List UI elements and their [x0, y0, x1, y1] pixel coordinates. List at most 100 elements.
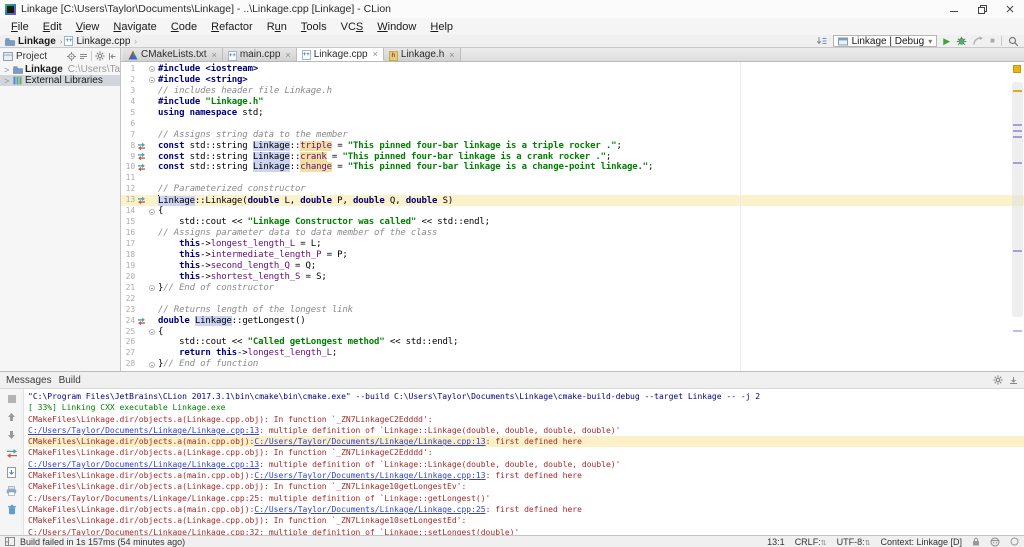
code-line-10[interactable]: 10 const std::string Linkage::change = "T… — [121, 162, 1024, 173]
debug-button[interactable] — [956, 36, 967, 46]
navigate-source-icon[interactable] — [6, 448, 18, 459]
code-line-11[interactable]: 11 — [121, 173, 1024, 184]
locate-icon[interactable] — [67, 51, 76, 61]
code-line-20[interactable]: 20 this->shortest_length_S = S; — [121, 272, 1024, 283]
code-line-17[interactable]: 17 this->longest_length_L = L; — [121, 239, 1024, 250]
editor-scrollbar[interactable] — [1012, 82, 1023, 317]
code-line-27[interactable]: 27 return this->longest_length_L; — [121, 348, 1024, 359]
menu-view[interactable]: View — [69, 20, 107, 34]
goto-declaration-icon[interactable] — [136, 141, 147, 152]
code-editor[interactable]: 1 #include <iostream> 2 #include <string> 3/… — [121, 62, 1024, 371]
code-line-7[interactable]: 7// Assigns string data to the member — [121, 130, 1024, 141]
code-line-8[interactable]: 8 const std::string Linkage::triple = "Th… — [121, 140, 1024, 152]
collapse-windows-icon[interactable] — [816, 36, 827, 46]
breadcrumb-project[interactable]: Linkage — [5, 36, 56, 47]
goto-declaration-icon[interactable] — [136, 152, 147, 163]
goto-declaration-icon[interactable] — [136, 316, 147, 327]
run-button[interactable]: ▶ — [943, 36, 950, 46]
fold-marker-icon[interactable] — [147, 283, 156, 294]
tab-linkage.h[interactable]: h Linkage.h × — [383, 48, 461, 61]
code-line-22[interactable]: 22 — [121, 294, 1024, 305]
code-line-21[interactable]: 21}// End of constructor — [121, 283, 1024, 294]
fold-marker-icon[interactable] — [147, 75, 156, 86]
run-configuration-select[interactable]: Linkage | Debug ▾ — [832, 35, 938, 47]
code-line-18[interactable]: 18 this->intermediate_length_P = P; — [121, 250, 1024, 261]
search-everywhere-icon[interactable] — [1008, 36, 1019, 47]
clear-all-icon[interactable] — [7, 504, 17, 515]
collapse-all-icon[interactable] — [79, 52, 88, 61]
breadcrumb-file[interactable]: ++ Linkage.cpp — [64, 36, 130, 47]
menu-file[interactable]: File — [4, 20, 36, 34]
file-link[interactable]: C:/Users/Taylor/Documents/Linkage/Linkag… — [254, 505, 485, 514]
project-header-label[interactable]: Project — [16, 51, 47, 62]
code-line-19[interactable]: 19 this->second_length_Q = Q; — [121, 261, 1024, 272]
export-icon[interactable] — [6, 467, 17, 478]
print-icon[interactable] — [6, 486, 17, 496]
code-line-26[interactable]: 26 std::cout << "Called getLongest metho… — [121, 337, 1024, 348]
hide-panel-icon[interactable] — [1009, 376, 1018, 385]
menu-edit[interactable]: Edit — [36, 20, 69, 34]
line-separator-selector[interactable]: CRLF:⇅ — [795, 537, 827, 547]
chevron-right-icon[interactable]: > — [4, 76, 11, 86]
code-line-16[interactable]: 16// Assigns parameter data to data memb… — [121, 228, 1024, 239]
stop-button[interactable]: ■ — [990, 37, 995, 45]
build-console[interactable]: "C:\Program Files\JetBrains\CLion 2017.3… — [24, 389, 1024, 535]
code-line-28[interactable]: 28}// End of function — [121, 359, 1024, 370]
error-stripe[interactable] — [1010, 62, 1024, 371]
code-line-23[interactable]: 23// Returns length of the longest link — [121, 305, 1024, 316]
restore-button[interactable] — [968, 0, 996, 18]
close-button[interactable] — [996, 0, 1024, 18]
menu-help[interactable]: Help — [423, 20, 460, 34]
toolwindow-switcher-icon[interactable] — [5, 537, 15, 546]
menu-vcs[interactable]: VCS — [334, 20, 371, 34]
code-line-1[interactable]: 1 #include <iostream> — [121, 64, 1024, 75]
code-line-25[interactable]: 25{ — [121, 327, 1024, 338]
next-message-icon[interactable] — [7, 430, 16, 440]
tab-linkage.cpp[interactable]: ++ Linkage.cpp × — [296, 48, 384, 61]
file-link[interactable]: C:/Users/Taylor/Documents/Linkage/Linkag… — [254, 437, 485, 446]
menu-code[interactable]: Code — [164, 20, 204, 34]
file-link[interactable]: C:/Users/Taylor/Documents/Linkage/Linkag… — [254, 471, 485, 480]
code-line-13[interactable]: 13 Linkage::Linkage(double L, double P, d… — [121, 195, 1024, 207]
fold-marker-icon[interactable] — [147, 64, 156, 75]
stop-icon[interactable] — [7, 394, 17, 404]
fold-marker-icon[interactable] — [147, 206, 156, 217]
fold-marker-icon[interactable] — [147, 359, 156, 370]
goto-declaration-icon[interactable] — [136, 195, 147, 206]
previous-message-icon[interactable] — [7, 412, 16, 422]
goto-declaration-icon[interactable] — [136, 162, 147, 173]
tab-cmakelists.txt[interactable]: CMakeLists.txt × — [123, 48, 223, 61]
menu-tools[interactable]: Tools — [294, 20, 334, 34]
tree-item-linkage[interactable]: >LinkageC:\Users\Taylor\Do — [0, 64, 120, 75]
code-line-5[interactable]: 5 using namespace std; — [121, 108, 1024, 119]
caret-position[interactable]: 13:1 — [767, 537, 785, 547]
code-line-12[interactable]: 12// Parameterized constructor — [121, 184, 1024, 195]
tab-close-icon[interactable]: × — [373, 49, 378, 59]
inspection-status-icon[interactable] — [1013, 65, 1021, 73]
messages-tab-build[interactable]: Build — [59, 375, 81, 386]
code-line-2[interactable]: 2 #include <string> — [121, 75, 1024, 86]
code-line-4[interactable]: 4 #include "Linkage.h" — [121, 97, 1024, 108]
attach-to-process-icon[interactable] — [973, 36, 984, 46]
menu-run[interactable]: Run — [260, 20, 294, 34]
menu-navigate[interactable]: Navigate — [106, 20, 163, 34]
hide-panel-icon[interactable] — [108, 52, 117, 61]
fold-marker-icon[interactable] — [147, 327, 156, 338]
file-link[interactable]: C:/Users/Taylor/Documents/Linkage/Linkag… — [28, 426, 259, 435]
tab-close-icon[interactable]: × — [212, 50, 217, 60]
code-line-3[interactable]: 3// includes header file Linkage.h — [121, 86, 1024, 97]
chevron-right-icon[interactable]: > — [4, 65, 11, 75]
tree-item-external-libraries[interactable]: > External Libraries — [0, 75, 120, 86]
minimize-button[interactable] — [940, 0, 968, 18]
encoding-selector[interactable]: UTF-8:⇅ — [837, 537, 871, 547]
tab-main.cpp[interactable]: ++ main.cpp × — [222, 48, 297, 61]
code-line-9[interactable]: 9 const std::string Linkage::crank = "Thi… — [121, 151, 1024, 163]
highlighting-level-icon[interactable] — [990, 537, 1000, 547]
notifications-icon[interactable] — [1010, 537, 1019, 546]
menu-refactor[interactable]: Refactor — [204, 20, 260, 34]
gear-icon[interactable] — [95, 51, 105, 61]
menu-window[interactable]: Window — [370, 20, 423, 34]
code-line-14[interactable]: 14{ — [121, 206, 1024, 217]
lock-icon[interactable] — [972, 537, 980, 546]
tab-close-icon[interactable]: × — [285, 50, 290, 60]
